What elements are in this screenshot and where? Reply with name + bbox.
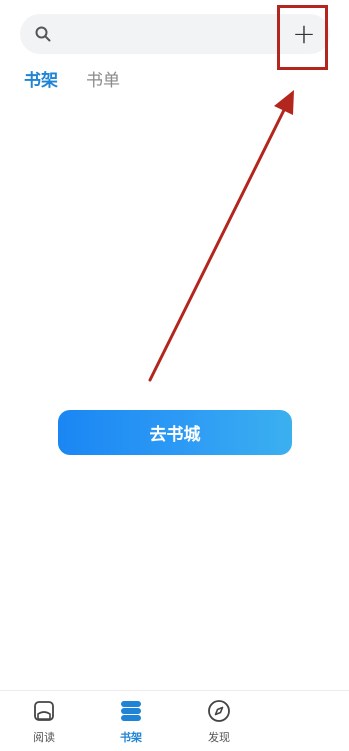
nav-item-reading[interactable]: 阅读 [14, 699, 74, 745]
go-to-bookstore-button[interactable]: 去书城 [58, 410, 292, 455]
tab-bookshelf[interactable]: 书架 [24, 68, 58, 94]
highlight-box [277, 5, 328, 70]
tab-booklist[interactable]: 书单 [86, 68, 120, 94]
bookshelf-icon [121, 701, 141, 721]
bottom-nav: 阅读 书架 发现 [0, 690, 349, 751]
nav-item-bookshelf[interactable]: 书架 [101, 699, 161, 745]
book-reader-icon [34, 701, 54, 721]
tab-bar: 书架 书单 [24, 68, 120, 94]
search-icon [35, 26, 51, 42]
nav-label-bookshelf: 书架 [120, 731, 142, 744]
nav-item-discover[interactable]: 发现 [189, 699, 249, 745]
annotation-arrow [148, 90, 294, 382]
nav-label-reading: 阅读 [33, 731, 55, 744]
nav-label-discover: 发现 [208, 731, 230, 744]
compass-icon [208, 700, 230, 722]
